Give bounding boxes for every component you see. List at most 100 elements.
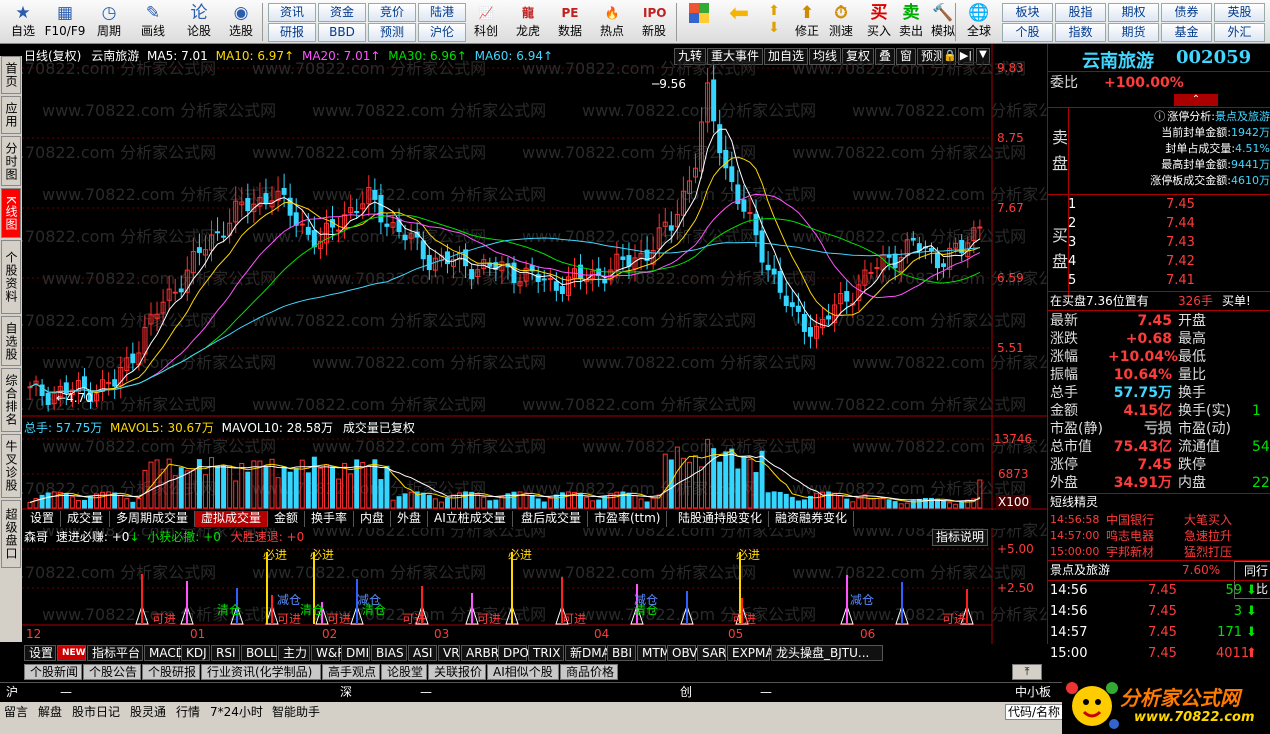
volume-sub-tab-5[interactable]: 换手率	[305, 511, 355, 527]
indicator-tab-5[interactable]: RSI	[211, 645, 240, 661]
index-sh[interactable]: 沪	[6, 685, 18, 700]
scroll-buttons[interactable]: ⬆ ⬇	[762, 2, 786, 42]
indicator-tab-9[interactable]: DMI	[341, 645, 370, 661]
toolbar-market-1-1[interactable]: 指数	[1055, 23, 1106, 42]
color-grid-button[interactable]	[683, 2, 715, 42]
status-item-6[interactable]: 智能助手	[272, 704, 320, 720]
pin-up-icon[interactable]: ⤒	[1012, 664, 1042, 680]
indicator-tab-16[interactable]: 新DMA	[565, 645, 610, 661]
news-tab-8[interactable]: 商品价格	[560, 664, 618, 680]
back-button[interactable]: ⬅	[722, 1, 756, 42]
volume-sub-tab-10[interactable]: 市盈率(ttm)	[588, 511, 668, 527]
toolbar-grid-0-1[interactable]: 资金	[318, 3, 366, 22]
toolbar-market-0-0[interactable]: 板块	[1002, 3, 1053, 22]
left-tab-8[interactable]: 超级盘口	[1, 500, 21, 568]
indicator-tab-22[interactable]: 龙头操盘_BJTU...	[771, 645, 883, 661]
toolbar-grid-1-0[interactable]: 研报	[268, 23, 316, 42]
toolbar-grid-1-3[interactable]: 沪伦	[418, 23, 466, 42]
toolbar-market-1-0[interactable]: 个股	[1002, 23, 1053, 42]
toolbar-market-1-4[interactable]: 外汇	[1214, 23, 1265, 42]
toolbar-market-0-4[interactable]: 英股	[1214, 3, 1265, 22]
indicator-tab-17[interactable]: BBI	[607, 645, 636, 661]
toolbar-grid-0-3[interactable]: 陆港	[418, 3, 466, 22]
toolbar-market-0-1[interactable]: 股指	[1055, 3, 1106, 22]
short-line-item[interactable]: 15:00:00 宇邦新材 猛烈打压	[1048, 544, 1270, 560]
indicator-tab-4[interactable]: KDJ	[181, 645, 210, 661]
indicator-tab-10[interactable]: BIAS	[371, 645, 407, 661]
toolbar-globe-button[interactable]: 🌐 全球	[962, 2, 996, 42]
indicator-help-button[interactable]: 指标说明	[932, 529, 989, 546]
left-tab-6[interactable]: 综合排名	[1, 368, 21, 432]
status-item-1[interactable]: 解盘	[38, 704, 62, 720]
indicator-tab-7[interactable]: 主力	[278, 645, 310, 661]
volume-sub-tab-11[interactable]: 陆股通持股变化	[672, 511, 770, 527]
left-tab-7[interactable]: 牛叉诊股	[1, 434, 21, 498]
toolbar-buy-button[interactable]: 买买入	[862, 2, 896, 42]
toolbar-up-arrow-button[interactable]: ⬆ 修正	[790, 2, 824, 42]
indicator-tab-6[interactable]: BOLL	[241, 645, 277, 661]
indicator-tab-3[interactable]: MACD	[144, 645, 185, 661]
toolbar-star-button[interactable]: ★ 自选	[2, 2, 44, 42]
toolbar-fire-button[interactable]: 🔥 热点	[592, 2, 632, 42]
toolbar-radar-button[interactable]: ◉ 选股	[220, 2, 262, 42]
bid-level-row[interactable]: 2 7.44	[1048, 215, 1270, 233]
indicator-tab-1[interactable]: NEW	[57, 645, 86, 661]
toolbar-grid-1-1[interactable]: BBD	[318, 23, 366, 42]
indicator-tab-15[interactable]: TRIX	[528, 645, 564, 661]
indicator-tab-12[interactable]: VR	[438, 645, 460, 661]
news-tab-1[interactable]: 个股公告	[83, 664, 141, 680]
volume-sub-tab-6[interactable]: 内盘	[354, 511, 392, 527]
indicator-tab-19[interactable]: OBV	[667, 645, 698, 661]
toolbar-grid-0-2[interactable]: 竞价	[368, 3, 416, 22]
toolbar-sell-button[interactable]: 卖卖出	[894, 2, 928, 42]
left-tab-3[interactable]: K线图	[1, 188, 21, 238]
news-tab-7[interactable]: AI相似个股	[487, 664, 559, 680]
news-tab-5[interactable]: 论股堂	[381, 664, 427, 680]
indicator-tab-11[interactable]: ASI	[408, 645, 437, 661]
volume-sub-tab-4[interactable]: 金额	[268, 511, 306, 527]
toolbar-market-1-2[interactable]: 期货	[1108, 23, 1159, 42]
toolbar-grid-1-2[interactable]: 预测	[368, 23, 416, 42]
index-sz[interactable]: 深	[340, 685, 352, 700]
bid-level-row[interactable]: 3 7.43	[1048, 234, 1270, 252]
toolbar-pencil-button[interactable]: ✎ 画线	[132, 2, 174, 42]
indicator-tab-21[interactable]: EXPMA	[727, 645, 774, 661]
toolbar-market-0-3[interactable]: 债券	[1161, 3, 1212, 22]
code-search-input[interactable]: 代码/名称	[1005, 704, 1065, 720]
indicator-tab-0[interactable]: 设置	[24, 645, 56, 661]
left-tab-2[interactable]: 分时图	[1, 136, 21, 186]
indicator-tab-2[interactable]: 指标平台	[87, 645, 143, 661]
toolbar-market-0-2[interactable]: 期权	[1108, 3, 1159, 22]
collapse-icon[interactable]: ⌃	[1174, 94, 1218, 106]
status-item-0[interactable]: 留言	[4, 704, 28, 720]
status-item-5[interactable]: 7*24小时	[210, 704, 263, 720]
news-tab-0[interactable]: 个股新闻	[24, 664, 82, 680]
status-item-3[interactable]: 股灵通	[130, 704, 166, 720]
toolbar-lun-button[interactable]: 论论股	[178, 2, 220, 42]
volume-sub-tab-12[interactable]: 融资融券变化	[769, 511, 855, 527]
toolbar-pe-button[interactable]: PE 数据	[550, 2, 590, 42]
news-tab-3[interactable]: 行业资讯(化学制品)	[201, 664, 321, 680]
bid-level-row[interactable]: 1 7.45	[1048, 196, 1270, 214]
short-line-item[interactable]: 14:57:00 鸣志电器 急速拉升	[1048, 528, 1270, 544]
indicator-tab-13[interactable]: ARBR	[461, 645, 499, 661]
toolbar-window-button[interactable]: ▦ F10/F9	[44, 2, 86, 42]
volume-sub-tab-8[interactable]: AI立桩成交量	[428, 511, 513, 527]
volume-sub-tab-9[interactable]: 盘后成交量	[515, 511, 589, 527]
kline-svg[interactable]: www.70822.com 分析家公式网 www.70822.com 分析家公式网…	[22, 44, 1047, 644]
toolbar-grid-0-0[interactable]: 资讯	[268, 3, 316, 22]
volume-sub-tab-3[interactable]: 虚拟成交量	[195, 511, 269, 527]
index-small[interactable]: 中小板	[1015, 685, 1051, 700]
index-cy[interactable]: 创	[680, 685, 692, 700]
left-tab-1[interactable]: 应用	[1, 96, 21, 134]
indicator-tab-18[interactable]: MTM	[637, 645, 670, 661]
indicator-tab-20[interactable]: SAR	[697, 645, 726, 661]
news-tab-4[interactable]: 高手观点	[322, 664, 380, 680]
left-tab-4[interactable]: 个股资料	[1, 240, 21, 314]
volume-sub-tab-7[interactable]: 外盘	[391, 511, 429, 527]
toolbar-ipo-button[interactable]: IPO 新股	[634, 2, 674, 42]
short-line-item[interactable]: 14:56:58 中国银行 大笔买入	[1048, 512, 1270, 528]
volume-sub-tab-0[interactable]: 设置	[24, 511, 62, 527]
indicator-tab-8[interactable]: W&R	[311, 645, 346, 661]
toolbar-clock-button[interactable]: ◷ 周期	[88, 2, 130, 42]
